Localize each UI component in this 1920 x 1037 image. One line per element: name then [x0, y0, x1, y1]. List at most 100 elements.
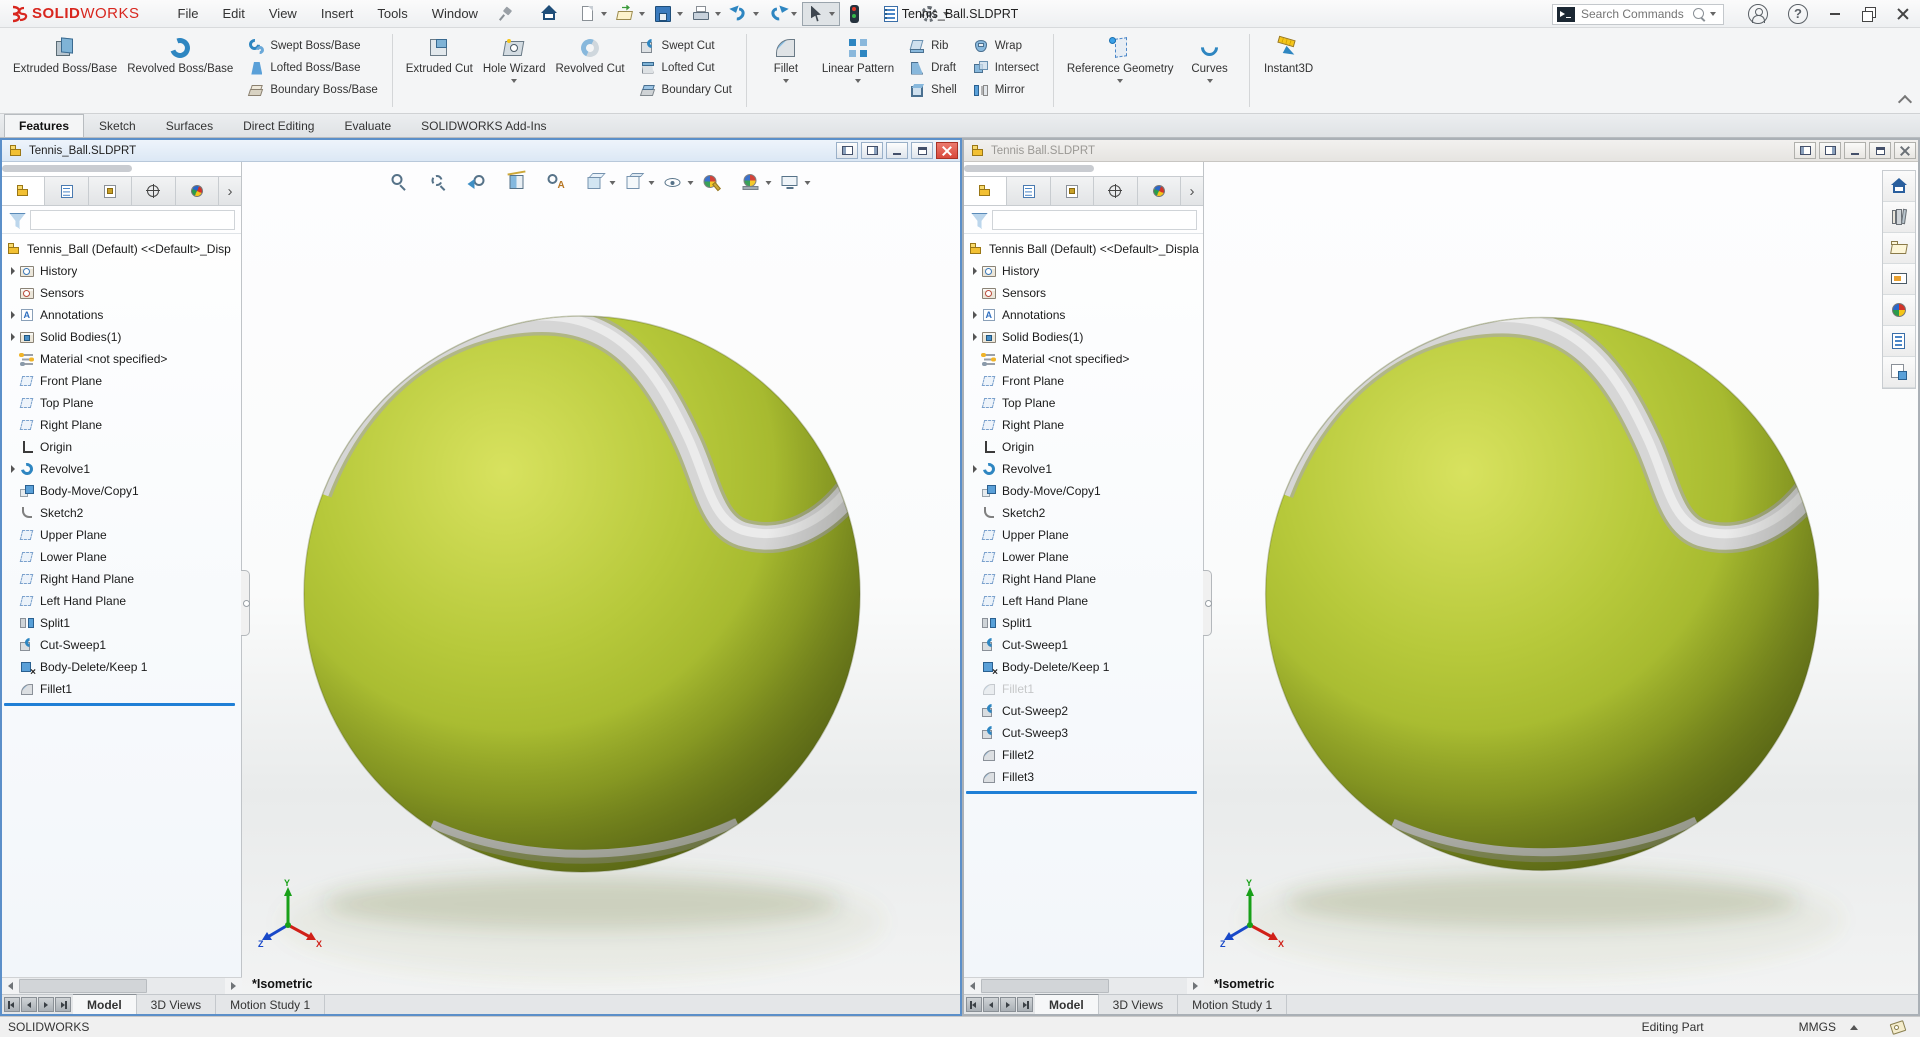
user-account-icon[interactable]: [1748, 4, 1768, 24]
feature-manager-tab[interactable]: [1138, 177, 1181, 205]
tree-item[interactable]: Body-Move/Copy1: [2, 480, 241, 502]
tree-item[interactable]: Annotations: [964, 304, 1203, 326]
feature-manager-tab[interactable]: [132, 177, 175, 205]
window-close-button[interactable]: [1894, 142, 1916, 159]
window-minimize-button[interactable]: [1844, 142, 1866, 159]
dropdown-arrow-icon[interactable]: [943, 12, 949, 16]
tree-item[interactable]: Sensors: [2, 282, 241, 304]
tree-item[interactable]: Right Hand Plane: [964, 568, 1203, 590]
horizontal-scrollbar[interactable]: [2, 977, 242, 994]
graphics-viewport[interactable]: Y X Z *Isometric: [1204, 162, 1918, 994]
dropdown-arrow-icon[interactable]: [511, 79, 517, 83]
dropdown-arrow-icon[interactable]: [601, 12, 607, 16]
tree-item[interactable]: History: [2, 260, 241, 282]
dropdown-arrow-icon[interactable]: [805, 181, 811, 185]
tree-item[interactable]: Left Hand Plane: [2, 590, 241, 612]
feature-manager-tab[interactable]: [964, 177, 1007, 205]
feature-manager-tab[interactable]: [1094, 177, 1137, 205]
expand-arrow-icon[interactable]: [6, 333, 19, 341]
search-input[interactable]: [1581, 7, 1691, 21]
tree-item[interactable]: Origin: [2, 436, 241, 458]
view-toolbar-button[interactable]: [739, 170, 776, 195]
ribbon-tab[interactable]: Direct Editing: [228, 114, 329, 137]
tree-item[interactable]: Annotations: [2, 304, 241, 326]
last-tab-icon[interactable]: [1017, 997, 1033, 1012]
quick-toolbar-button[interactable]: [612, 2, 650, 26]
dropdown-arrow-icon[interactable]: [855, 79, 861, 83]
tree-item[interactable]: Revolve1: [2, 458, 241, 480]
extruded-boss-button[interactable]: Extruded Boss/Base: [8, 32, 122, 110]
feature-manager-tab[interactable]: [176, 177, 219, 205]
view-toolbar-button[interactable]: [661, 170, 698, 195]
hole-wizard-button[interactable]: Hole Wizard: [478, 32, 551, 110]
tree-item[interactable]: Origin: [964, 436, 1203, 458]
expand-arrow-icon[interactable]: [6, 465, 19, 473]
view-toolbar-button[interactable]: [778, 170, 815, 195]
tree-root-item[interactable]: Tennis_Ball (Default) <<Default>_Disp: [2, 238, 241, 260]
dropdown-arrow-icon[interactable]: [753, 12, 759, 16]
tree-item[interactable]: Cut-Sweep2: [964, 700, 1203, 722]
ribbon-tab[interactable]: Evaluate: [329, 114, 406, 137]
quick-toolbar-button[interactable]: [574, 2, 612, 26]
dropdown-arrow-icon[interactable]: [610, 181, 616, 185]
menu-item[interactable]: Tools: [365, 2, 419, 25]
task-pane-tab[interactable]: [1883, 264, 1915, 295]
quick-toolbar-button[interactable]: [802, 2, 840, 26]
tree-item[interactable]: Right Hand Plane: [2, 568, 241, 590]
scroll-left-icon[interactable]: [964, 978, 981, 994]
rollback-bar[interactable]: [4, 703, 235, 706]
filter-funnel-icon[interactable]: [8, 211, 26, 229]
tree-item[interactable]: Right Plane: [964, 414, 1203, 436]
boundary-cut-button[interactable]: Boundary Cut: [634, 79, 738, 101]
unit-system-label[interactable]: MMGS: [1799, 1020, 1836, 1034]
horizontal-scrollbar[interactable]: [964, 977, 1204, 994]
quick-toolbar-button[interactable]: [878, 2, 916, 26]
menu-item[interactable]: File: [166, 2, 211, 25]
view-toolbar-button[interactable]: [583, 170, 620, 195]
ribbon-tab[interactable]: SOLIDWORKS Add-Ins: [406, 114, 561, 137]
feature-manager-tab[interactable]: [89, 177, 132, 205]
view-toolbar-button[interactable]: [505, 170, 542, 195]
task-pane-tab[interactable]: [1883, 171, 1915, 202]
window-restore-button[interactable]: [911, 142, 933, 159]
tree-item[interactable]: Front Plane: [964, 370, 1203, 392]
expand-arrow-icon[interactable]: [968, 267, 981, 275]
tree-item[interactable]: Right Plane: [2, 414, 241, 436]
tree-item[interactable]: Material <not specified>: [2, 348, 241, 370]
filter-funnel-icon[interactable]: [970, 211, 988, 229]
extruded-cut-button[interactable]: Extruded Cut: [401, 32, 478, 110]
scroll-right-icon[interactable]: [225, 978, 242, 994]
reference-geometry-button[interactable]: Reference Geometry: [1062, 32, 1179, 110]
tree-item[interactable]: Top Plane: [964, 392, 1203, 414]
revolved-cut-button[interactable]: Revolved Cut: [551, 32, 630, 110]
document-tab[interactable]: Model: [73, 994, 137, 1014]
document-tab[interactable]: 3D Views: [1099, 995, 1178, 1014]
expand-arrow-icon[interactable]: [968, 333, 981, 341]
window-titlebar[interactable]: Tennis Ball.SLDPRT: [964, 140, 1918, 162]
scrollbar-thumb[interactable]: [19, 979, 147, 993]
tree-item[interactable]: Fillet3: [964, 766, 1203, 788]
tree-item[interactable]: Body-Delete/Keep 1: [964, 656, 1203, 678]
document-tab[interactable]: 3D Views: [137, 995, 216, 1014]
last-tab-icon[interactable]: [55, 997, 71, 1012]
tree-item[interactable]: Front Plane: [2, 370, 241, 392]
tree-item[interactable]: Sensors: [964, 282, 1203, 304]
mirror-button[interactable]: Mirror: [967, 79, 1045, 101]
previous-tab-icon[interactable]: [983, 997, 999, 1012]
quick-toolbar-button[interactable]: [536, 2, 574, 26]
expand-arrow-icon[interactable]: [968, 465, 981, 473]
graphics-viewport[interactable]: Y X Z *Isometric: [242, 162, 960, 994]
tree-item[interactable]: Upper Plane: [2, 524, 241, 546]
tree-item[interactable]: Split1: [2, 612, 241, 634]
task-pane-tab[interactable]: [1883, 326, 1915, 357]
tree-item[interactable]: History: [964, 260, 1203, 282]
scroll-right-icon[interactable]: [1187, 978, 1204, 994]
filter-input[interactable]: [30, 210, 235, 230]
view-toolbar-button[interactable]: [427, 170, 464, 195]
intersect-button[interactable]: Intersect: [967, 57, 1045, 79]
dropdown-arrow-icon[interactable]: [639, 12, 645, 16]
tree-item[interactable]: Top Plane: [2, 392, 241, 414]
scrollbar-thumb[interactable]: [981, 979, 1109, 993]
panel-splitter-handle[interactable]: [1203, 570, 1212, 636]
dropdown-arrow-icon[interactable]: [791, 12, 797, 16]
